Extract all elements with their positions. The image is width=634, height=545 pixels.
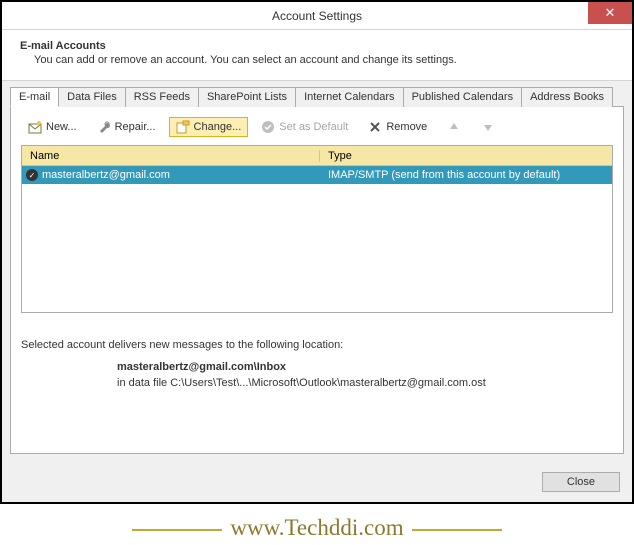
header-title: E-mail Accounts	[20, 40, 614, 52]
remove-button[interactable]: Remove	[361, 117, 434, 137]
tab-internet-calendars[interactable]: Internet Calendars	[295, 87, 404, 107]
tab-data-files[interactable]: Data Files	[58, 87, 126, 107]
account-name: masteralbertz@gmail.com	[42, 169, 170, 181]
move-up-button	[440, 117, 468, 137]
body-section: E-mail Data Files RSS Feeds SharePoint L…	[2, 80, 632, 462]
table-row[interactable]: ✓ masteralbertz@gmail.com IMAP/SMTP (sen…	[22, 166, 612, 184]
set-default-button: Set as Default	[254, 117, 355, 137]
close-icon: ✕	[605, 5, 616, 21]
new-icon	[28, 120, 42, 134]
tab-row: E-mail Data Files RSS Feeds SharePoint L…	[10, 87, 624, 107]
window-close-button[interactable]: ✕	[588, 2, 632, 24]
set-default-label: Set as Default	[279, 121, 348, 133]
arrow-down-icon	[481, 120, 495, 134]
tab-sharepoint-lists[interactable]: SharePoint Lists	[198, 87, 296, 107]
toolbar: New... Repair... Change...	[21, 115, 613, 145]
delivery-datafile: in data file C:\Users\Test\...\Microsoft…	[117, 377, 613, 389]
move-down-button	[474, 117, 502, 137]
tab-address-books[interactable]: Address Books	[521, 87, 613, 107]
account-settings-window: Account Settings ✕ E-mail Accounts You c…	[0, 0, 634, 504]
default-check-icon: ✓	[26, 169, 38, 181]
arrow-up-icon	[447, 120, 461, 134]
new-button[interactable]: New...	[21, 117, 84, 137]
change-button[interactable]: Change...	[169, 117, 249, 137]
cell-name: ✓ masteralbertz@gmail.com	[22, 169, 320, 181]
column-header-name[interactable]: Name	[22, 150, 320, 162]
header-section: E-mail Accounts You can add or remove an…	[2, 30, 632, 80]
change-label: Change...	[194, 121, 242, 133]
cell-type: IMAP/SMTP (send from this account by def…	[320, 169, 612, 181]
footer: Close	[2, 462, 632, 502]
tab-published-calendars[interactable]: Published Calendars	[403, 87, 523, 107]
change-icon	[176, 120, 190, 134]
repair-button[interactable]: Repair...	[90, 117, 163, 137]
column-header-type[interactable]: Type	[320, 150, 612, 162]
tab-email[interactable]: E-mail	[10, 87, 59, 107]
titlebar: Account Settings ✕	[2, 2, 632, 30]
remove-icon	[368, 120, 382, 134]
watermark: www.Techddi.com	[0, 515, 634, 541]
tab-rss-feeds[interactable]: RSS Feeds	[125, 87, 199, 107]
delivery-location: masteralbertz@gmail.com\Inbox	[117, 361, 613, 373]
repair-label: Repair...	[115, 121, 156, 133]
window-title: Account Settings	[272, 9, 362, 23]
set-default-icon	[261, 120, 275, 134]
header-description: You can add or remove an account. You ca…	[34, 54, 614, 66]
delivery-info: Selected account delivers new messages t…	[21, 339, 613, 389]
new-label: New...	[46, 121, 77, 133]
accounts-table: Name Type ✓ masteralbertz@gmail.com IMAP…	[21, 145, 613, 313]
close-button[interactable]: Close	[542, 472, 620, 492]
table-header: Name Type	[22, 146, 612, 166]
tab-panel-email: New... Repair... Change...	[10, 106, 624, 454]
repair-icon	[97, 120, 111, 134]
remove-label: Remove	[386, 121, 427, 133]
delivery-intro: Selected account delivers new messages t…	[21, 339, 613, 351]
